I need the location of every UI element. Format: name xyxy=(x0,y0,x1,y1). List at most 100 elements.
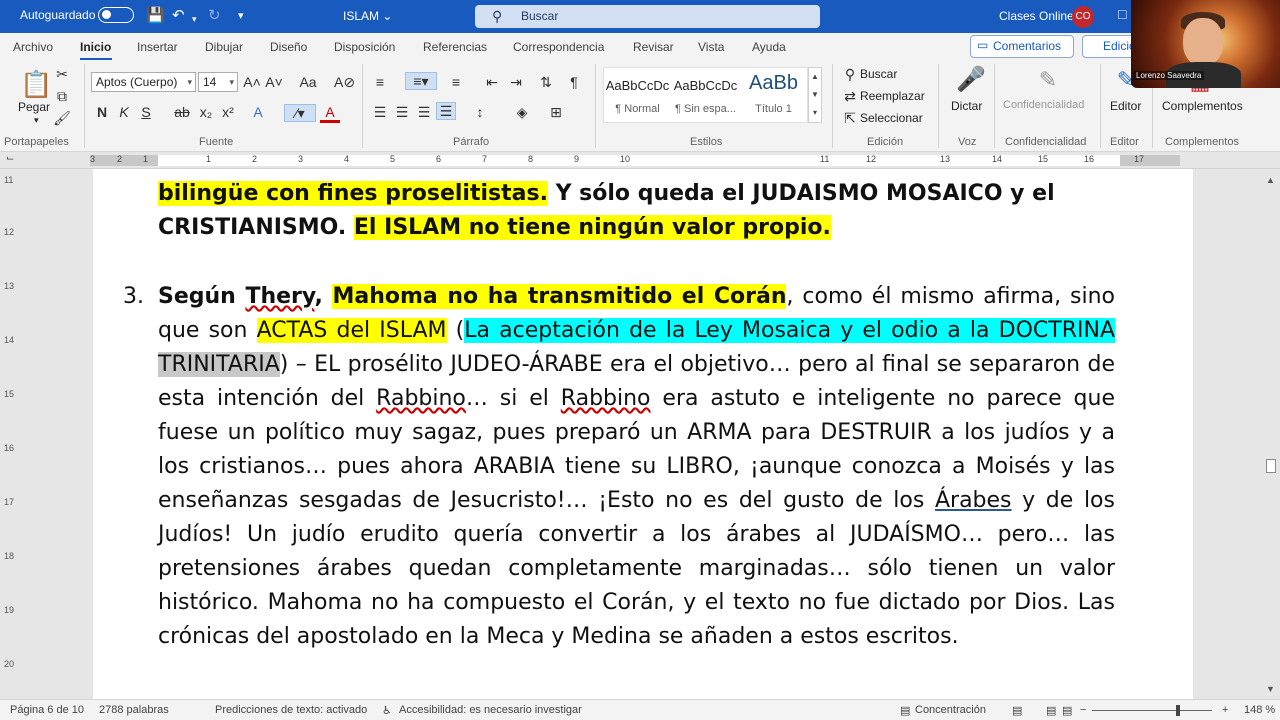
italic-icon[interactable]: K xyxy=(114,104,134,120)
tab-archivo[interactable]: Archivo xyxy=(13,40,53,54)
shrink-font-icon[interactable]: A˅ xyxy=(264,74,284,90)
show-marks-icon[interactable]: ¶ xyxy=(564,74,584,90)
style-no-spacing[interactable]: AaBbCcDc ¶ Sin espa... xyxy=(672,68,739,124)
zoom-in-icon[interactable]: + xyxy=(1222,704,1228,716)
spellcheck-word: Thery xyxy=(245,284,315,309)
save-icon[interactable]: 💾 xyxy=(146,6,165,26)
format-painter-icon[interactable]: 🖌 xyxy=(52,110,72,126)
tab-selector-icon[interactable]: ⌙ xyxy=(6,153,14,164)
ruler-number: 3 xyxy=(298,154,304,164)
zoom-level[interactable]: 148 % xyxy=(1244,704,1275,716)
page-count[interactable]: Página 6 de 10 xyxy=(10,704,84,716)
sensitivity-button[interactable]: Confidencialidad xyxy=(1003,99,1084,111)
bold-icon[interactable]: N xyxy=(92,104,112,120)
change-case-icon[interactable]: Aa xyxy=(298,74,318,90)
document-title[interactable]: ISLAM ⌄ xyxy=(343,9,392,23)
clipboard-group-label: Portapapeles xyxy=(4,136,69,148)
font-size-field[interactable]: 14 ▾ xyxy=(198,72,238,92)
dictate-button[interactable]: Dictar xyxy=(951,99,982,113)
cut-icon[interactable]: ✂ xyxy=(52,66,72,82)
grow-font-icon[interactable]: A˄ xyxy=(242,74,262,90)
paste-icon[interactable]: 📋 xyxy=(20,70,52,98)
scroll-up-icon[interactable]: ▲ xyxy=(1266,175,1275,185)
font-name-field[interactable]: Aptos (Cuerpo) ▾ xyxy=(91,72,196,92)
select-icon[interactable]: ⇱ xyxy=(840,110,860,126)
font-name-dropdown-icon[interactable]: ▾ xyxy=(187,73,192,91)
document-page[interactable]: bilingüe con fines proselitistas. Y sólo… xyxy=(93,169,1193,699)
scroll-down-icon[interactable]: ▼ xyxy=(1266,684,1275,694)
multilevel-list-icon[interactable]: ≡ xyxy=(446,74,466,90)
copy-icon[interactable]: ⧉ xyxy=(52,88,72,104)
increase-indent-icon[interactable]: ⇥ xyxy=(506,74,526,90)
autosave-toggle[interactable] xyxy=(98,7,134,23)
borders-icon[interactable]: ⊞ xyxy=(546,104,566,120)
tab-revisar[interactable]: Revisar xyxy=(633,40,674,54)
style-normal[interactable]: AaBbCcDc ¶ Normal xyxy=(604,68,671,124)
paste-label[interactable]: Pegar xyxy=(18,100,50,114)
zoom-slider-thumb[interactable] xyxy=(1176,705,1180,716)
tab-dibujar[interactable]: Dibujar xyxy=(205,40,243,54)
find-button[interactable]: Buscar xyxy=(860,67,897,81)
tab-ayuda[interactable]: Ayuda xyxy=(752,40,786,54)
numbering-icon[interactable]: ≡▾ xyxy=(405,72,437,90)
tab-diseno[interactable]: Diseño xyxy=(270,40,307,54)
word-count[interactable]: 2788 palabras xyxy=(99,704,169,716)
text-predictions-status[interactable]: Predicciones de texto: activado xyxy=(215,704,367,716)
align-left-icon[interactable]: ☰ xyxy=(370,104,390,120)
customize-toolbar-icon[interactable]: ▾ xyxy=(238,6,244,26)
scroll-thumb[interactable] xyxy=(1266,459,1276,473)
vertical-scrollbar[interactable]: ▲ ▼ xyxy=(1262,169,1280,699)
search-box[interactable]: ⚲ Buscar xyxy=(475,5,820,28)
clear-formatting-icon[interactable]: A⊘ xyxy=(334,74,355,90)
replace-icon[interactable]: ⇄ xyxy=(840,88,860,104)
align-center-icon[interactable]: ☰ xyxy=(392,104,412,120)
find-icon[interactable]: ⚲ xyxy=(840,66,860,82)
font-size-dropdown-icon[interactable]: ▾ xyxy=(229,73,234,91)
read-mode-icon[interactable]: ▤ xyxy=(1012,704,1022,717)
superscript-icon[interactable]: x² xyxy=(218,104,238,120)
justify-icon[interactable]: ☰ xyxy=(436,102,456,120)
decrease-indent-icon[interactable]: ⇤ xyxy=(482,74,502,90)
tab-disposicion[interactable]: Disposición xyxy=(334,40,395,54)
microphone-icon[interactable]: 🎤 xyxy=(956,66,986,94)
addins-button[interactable]: Complementos xyxy=(1162,99,1243,113)
line-spacing-icon[interactable]: ↕ xyxy=(470,104,490,120)
zoom-slider[interactable] xyxy=(1092,710,1212,711)
minimize-icon[interactable]: □ xyxy=(1118,6,1126,22)
editor-button[interactable]: Editor xyxy=(1110,99,1141,113)
print-layout-icon[interactable]: ▤ xyxy=(1046,704,1056,717)
highlighted-text: bilingüe con fines proselitistas. xyxy=(158,181,548,206)
shading-icon[interactable]: ◈ xyxy=(512,104,532,120)
underline-icon[interactable]: S xyxy=(136,104,156,120)
replace-button[interactable]: Reemplazar xyxy=(860,89,925,103)
bullets-icon[interactable]: ≡ xyxy=(370,74,390,90)
avatar[interactable]: CO xyxy=(1072,6,1094,28)
sensitivity-icon[interactable]: ✎ xyxy=(1036,66,1060,94)
comments-button[interactable]: Comentarios xyxy=(970,35,1074,58)
select-button[interactable]: Seleccionar xyxy=(860,111,923,125)
strikethrough-icon[interactable]: ab xyxy=(172,104,192,120)
align-right-icon[interactable]: ☰ xyxy=(414,104,434,120)
text-effects-icon[interactable]: A xyxy=(248,104,268,120)
redo-icon[interactable]: ↻ xyxy=(208,6,221,26)
subscript-icon[interactable]: x₂ xyxy=(196,104,216,120)
styles-scroll[interactable]: ▲ ▼ ▾ xyxy=(808,67,822,123)
accessibility-status[interactable]: Accesibilidad: es necesario investigar xyxy=(399,704,582,716)
ruler-number: 3 xyxy=(90,154,96,164)
tab-referencias[interactable]: Referencias xyxy=(423,40,487,54)
undo-dropdown-icon[interactable]: ▾ xyxy=(192,9,197,29)
undo-icon[interactable]: ↶ xyxy=(172,6,185,26)
tab-insertar[interactable]: Insertar xyxy=(137,40,178,54)
web-layout-icon[interactable]: ▤ xyxy=(1062,704,1072,717)
sort-icon[interactable]: ⇅ xyxy=(536,74,556,90)
style-heading-1[interactable]: AaBb Título 1 xyxy=(740,68,807,124)
tab-correspondencia[interactable]: Correspondencia xyxy=(513,40,604,54)
font-color-icon[interactable]: A xyxy=(320,104,340,123)
tab-vista[interactable]: Vista xyxy=(698,40,724,54)
focus-mode-button[interactable]: Concentración xyxy=(915,704,986,716)
highlight-color-icon[interactable]: ∕▾ xyxy=(284,104,316,122)
zoom-out-icon[interactable]: − xyxy=(1080,704,1086,716)
tab-inicio[interactable]: Inicio xyxy=(80,40,111,54)
account-name[interactable]: Clases Online xyxy=(999,9,1074,23)
paste-dropdown-icon[interactable]: ▾ xyxy=(34,115,39,126)
